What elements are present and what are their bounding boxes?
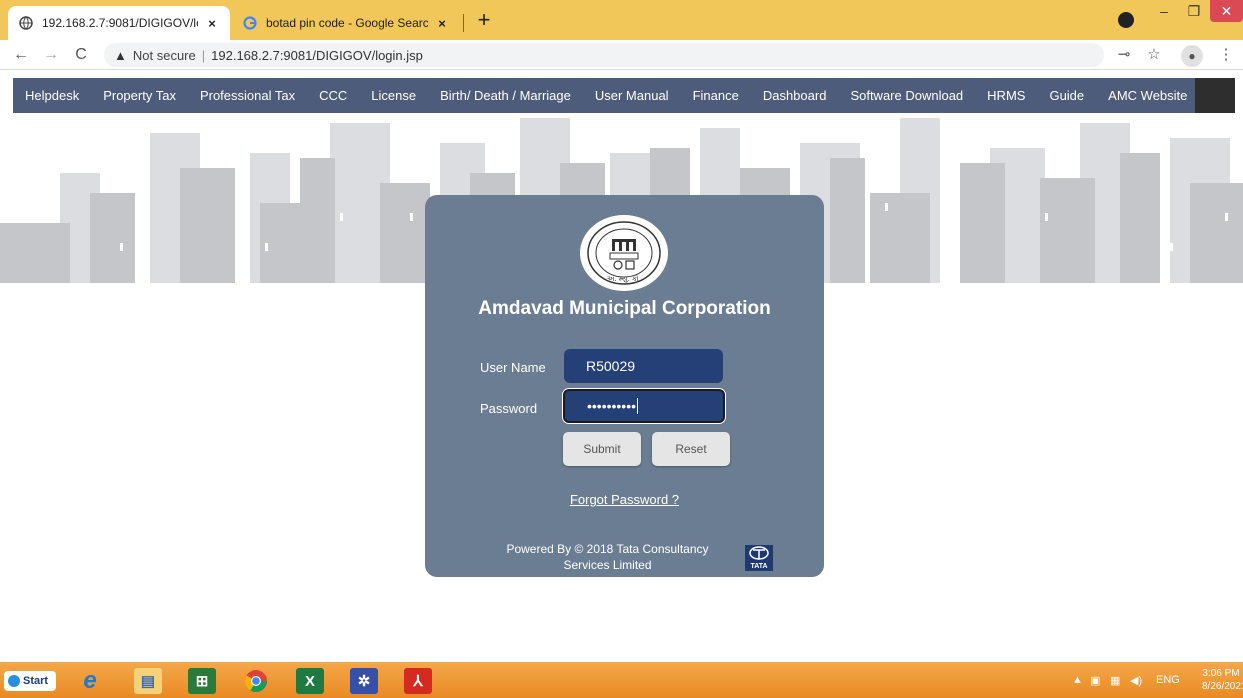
site-nav: Helpdesk Property Tax Professional Tax C…: [13, 78, 1235, 113]
close-window-icon[interactable]: ✕: [1210, 0, 1243, 22]
key-icon[interactable]: ⊸: [1113, 44, 1135, 66]
nav-dashboard[interactable]: Dashboard: [751, 88, 839, 103]
close-tab-icon[interactable]: ×: [434, 16, 450, 31]
warning-icon: ▲: [114, 47, 127, 63]
excel-icon[interactable]: X: [296, 668, 324, 694]
globe-icon: [18, 15, 34, 31]
new-tab-button[interactable]: +: [472, 8, 496, 32]
tab-title: botad pin code - Google Search: [266, 16, 428, 30]
menu-icon[interactable]: ⋮: [1215, 44, 1237, 66]
emblem-text: અ. મ્યુ. કો.: [607, 274, 641, 283]
taskbar: Start: [0, 662, 1243, 698]
profile-dot-icon[interactable]: [1118, 12, 1134, 28]
forward-icon[interactable]: →: [40, 44, 62, 66]
address-bar[interactable]: ▲ Not secure | 192.168.2.7:9081/DIGIGOV/…: [104, 43, 1104, 67]
forgot-password-link[interactable]: Forgot Password ?: [425, 492, 824, 507]
nav-helpdesk[interactable]: Helpdesk: [13, 88, 91, 103]
start-button[interactable]: Start: [4, 671, 56, 691]
nav-license[interactable]: License: [359, 88, 428, 103]
powered-line-2: Services Limited: [563, 558, 652, 572]
security-label: Not secure: [132, 47, 196, 63]
clock-time: 3:06 PM: [1202, 668, 1240, 679]
powered-by-text: Powered By © 2018 Tata Consultancy Servi…: [490, 541, 725, 573]
nav-ccc[interactable]: CCC: [307, 88, 359, 103]
star-icon[interactable]: ☆: [1143, 44, 1165, 66]
nav-software-download[interactable]: Software Download: [838, 88, 975, 103]
system-clock[interactable]: 3:06 PM 8/26/2021: [1202, 667, 1243, 693]
nav-property-tax[interactable]: Property Tax: [91, 88, 188, 103]
powered-line-1: Powered By © 2018 Tata Consultancy: [506, 542, 709, 556]
password-value: ••••••••••: [587, 398, 637, 414]
start-label: Start: [23, 675, 49, 687]
nav-amc-website[interactable]: AMC Website: [1096, 88, 1199, 103]
tata-logo-text: TATA: [750, 563, 768, 570]
username-value: R50029: [586, 358, 636, 374]
maximize-icon[interactable]: ❐: [1180, 0, 1208, 22]
windows-orb-icon: [8, 675, 20, 687]
reload-icon[interactable]: C: [70, 44, 92, 66]
volume-icon[interactable]: ◀): [1130, 674, 1142, 687]
tab-google-search[interactable]: botad pin code - Google Search ×: [232, 6, 460, 40]
settings-gear-icon[interactable]: ✲: [350, 668, 378, 694]
browser-toolbar: ← → C ▲ Not secure | 192.168.2.7:9081/DI…: [0, 40, 1243, 70]
omnibox-divider: |: [201, 47, 206, 63]
submit-button[interactable]: Submit: [563, 432, 641, 466]
tata-logo: TATA: [745, 545, 773, 571]
chrome-icon[interactable]: [242, 668, 270, 694]
browser-tab-strip: 192.168.2.7:9081/DIGIGOV/login. × botad …: [0, 0, 1243, 40]
acrobat-icon[interactable]: ⅄: [404, 668, 432, 694]
username-field[interactable]: R50029: [564, 349, 723, 383]
nav-guide[interactable]: Guide: [1037, 88, 1096, 103]
nav-finance[interactable]: Finance: [681, 88, 751, 103]
url-text: 192.168.2.7:9081/DIGIGOV/login.jsp: [211, 47, 423, 63]
tab-separator: [463, 14, 464, 32]
account-icon[interactable]: ●: [1181, 45, 1203, 67]
username-label: User Name: [480, 360, 546, 375]
back-icon[interactable]: ←: [10, 44, 32, 66]
store-icon[interactable]: ⊞: [188, 668, 216, 694]
amc-emblem-logo: અ. મ્યુ. કો.: [578, 213, 670, 293]
nav-birth-death-marriage[interactable]: Birth/ Death / Marriage: [428, 88, 583, 103]
file-explorer-icon[interactable]: ▤: [134, 668, 162, 694]
tab-title: 192.168.2.7:9081/DIGIGOV/login.: [42, 16, 198, 30]
close-tab-icon[interactable]: ×: [204, 16, 220, 31]
network-icon[interactable]: ▣: [1090, 674, 1100, 687]
clock-date: 8/26/2021: [1202, 681, 1243, 692]
password-field[interactable]: ••••••••••: [563, 389, 725, 423]
reset-button[interactable]: Reset: [652, 432, 730, 466]
language-indicator[interactable]: ENG: [1156, 674, 1180, 686]
nav-end-block: [1195, 78, 1235, 113]
nav-hrms[interactable]: HRMS: [975, 88, 1037, 103]
tray-arrow-icon[interactable]: ▲: [1072, 674, 1083, 686]
password-label: Password: [480, 401, 538, 416]
nav-user-manual[interactable]: User Manual: [583, 88, 681, 103]
google-icon: [242, 15, 258, 31]
org-title: Amdavad Municipal Corporation: [478, 298, 771, 319]
internet-explorer-icon[interactable]: e: [76, 667, 104, 694]
nav-professional-tax[interactable]: Professional Tax: [188, 88, 307, 103]
display-icon[interactable]: ▦: [1110, 674, 1120, 687]
tab-login[interactable]: 192.168.2.7:9081/DIGIGOV/login. ×: [8, 6, 230, 40]
minimize-icon[interactable]: –: [1150, 0, 1178, 22]
